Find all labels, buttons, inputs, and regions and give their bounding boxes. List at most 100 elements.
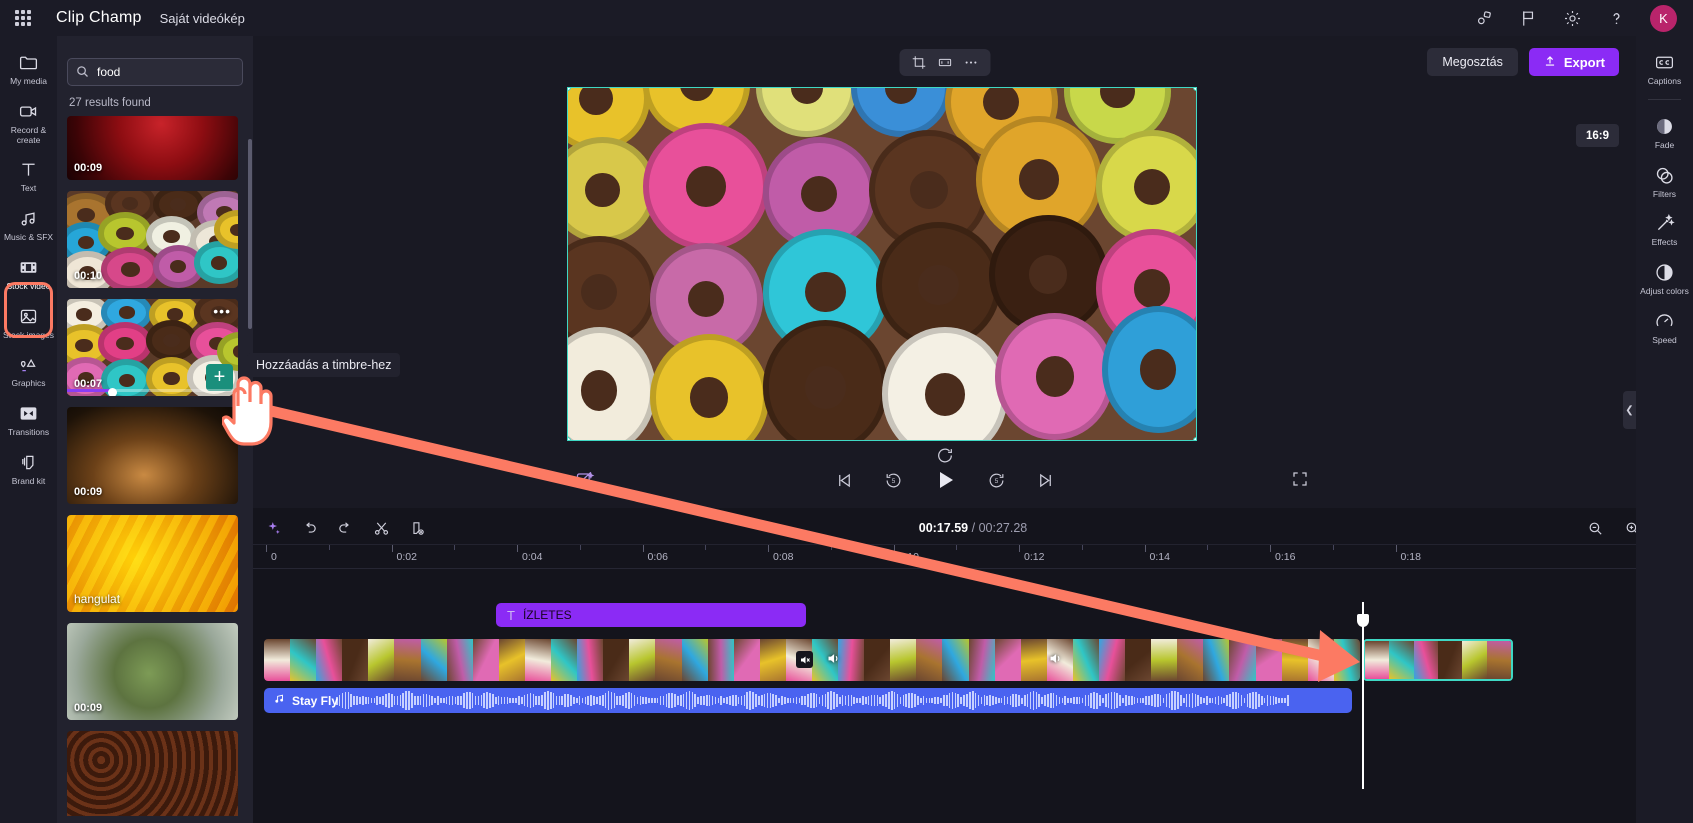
flag-icon[interactable] (1518, 8, 1538, 28)
waveform-bar (755, 693, 757, 708)
export-label: Export (1563, 54, 1605, 70)
waveform-bar (775, 695, 777, 706)
mute-icon[interactable] (796, 651, 813, 668)
waveform-bar (818, 696, 821, 705)
thumbnail-progress-knob[interactable] (108, 388, 117, 396)
list-item[interactable]: 00:09 (67, 407, 238, 504)
add-to-timeline-button[interactable]: + (206, 364, 233, 391)
waveform-bar (1182, 697, 1185, 704)
waveform-bar (795, 697, 798, 704)
undo-icon[interactable] (300, 519, 318, 537)
list-item[interactable]: 00:09 (67, 623, 238, 720)
waveform-bar (697, 696, 699, 705)
waveform-bar (706, 694, 708, 707)
timeline-video-clip-selected[interactable] (1363, 639, 1513, 681)
waveform-bar (648, 697, 650, 704)
speaker-icon[interactable] (1048, 651, 1065, 668)
waveform-bar (1130, 695, 1133, 706)
waveform-bar (1261, 695, 1263, 706)
sidebar-item-record-create[interactable]: Record & create (0, 93, 57, 152)
tool-fade[interactable]: Fade (1636, 108, 1693, 157)
waveform-bar (584, 697, 587, 704)
tool-adjust-colors[interactable]: Adjust colors (1636, 254, 1693, 303)
zoom-out-icon[interactable] (1586, 519, 1604, 537)
avatar[interactable]: K (1650, 4, 1677, 32)
grid-apps-icon[interactable] (12, 7, 34, 29)
sidebar-item-brand-kit[interactable]: Brand kit (0, 444, 57, 493)
redo-icon[interactable] (336, 519, 354, 537)
gear-icon[interactable] (1562, 8, 1582, 28)
list-item[interactable]: 00:09 (67, 116, 238, 180)
waveform-bar (526, 693, 529, 708)
play-icon[interactable] (932, 467, 958, 493)
rewind-5-icon[interactable]: 5 (883, 470, 904, 491)
split-icon[interactable] (408, 519, 426, 537)
playhead-knob[interactable] (1357, 614, 1369, 627)
waveform-bar (359, 696, 361, 705)
resize-handle-bl[interactable] (568, 437, 571, 440)
waveform-bar (1275, 697, 1278, 704)
waveform-bar (1203, 698, 1205, 703)
forward-5-icon[interactable]: 5 (986, 470, 1007, 491)
rotate-icon[interactable] (935, 446, 954, 465)
playhead[interactable] (1357, 602, 1369, 789)
search-input[interactable] (67, 58, 243, 86)
fullscreen-icon[interactable] (1291, 470, 1309, 488)
sidebar-item-music-sfx[interactable]: Music & SFX (0, 200, 57, 249)
list-item[interactable]: ••• 00:07 + (67, 299, 238, 396)
adjust-colors-icon (1654, 262, 1675, 283)
waveform-bar (1263, 698, 1266, 703)
resize-handle-tr[interactable] (1193, 88, 1196, 91)
waveform-bar (390, 694, 393, 707)
fit-icon[interactable] (936, 54, 953, 71)
skip-end-icon[interactable] (1035, 470, 1056, 491)
list-item[interactable]: hangulat (67, 515, 238, 612)
integrations-icon[interactable] (1474, 8, 1494, 28)
speaker-icon[interactable] (826, 651, 843, 668)
waveform-bar (402, 692, 405, 709)
collapse-panel-button[interactable]: ❮ (1623, 391, 1636, 429)
waveform-bar (471, 693, 474, 708)
thumbnail-progress[interactable] (67, 389, 238, 392)
tool-effects[interactable]: Effects (1636, 205, 1693, 254)
export-button[interactable]: Export (1528, 48, 1619, 76)
sidebar-item-my-media[interactable]: My media (0, 44, 57, 93)
sidebar-item-transitions[interactable]: Transitions (0, 395, 57, 444)
crop-icon[interactable] (910, 54, 927, 71)
more-dots-icon[interactable] (962, 54, 979, 71)
video-preview[interactable] (567, 87, 1197, 441)
skip-start-icon[interactable] (834, 470, 855, 491)
waveform-bar (1133, 696, 1136, 705)
tool-captions[interactable]: Captions (1636, 44, 1693, 93)
sidebar-item-stock-video[interactable]: Stock video (0, 249, 57, 298)
tool-filters[interactable]: Filters (1636, 157, 1693, 206)
tool-speed[interactable]: Speed (1636, 303, 1693, 352)
sidebar-item-graphics[interactable]: Graphics (0, 346, 57, 395)
waveform-bar (567, 694, 569, 707)
share-button[interactable]: Megosztás (1427, 48, 1518, 76)
timeline-text-clip[interactable]: T ÍZLETES (496, 603, 806, 627)
waveform-bar (445, 696, 448, 705)
waveform-bar (885, 694, 887, 707)
sidebar-item-text[interactable]: Text (0, 151, 57, 200)
waveform-bar (1159, 695, 1162, 706)
resize-handle-br[interactable] (1193, 437, 1196, 440)
tool-label: Speed (1652, 334, 1677, 345)
waveform-bar (1180, 694, 1182, 707)
waveform-bar (862, 696, 864, 705)
aspect-ratio-badge[interactable]: 16:9 (1575, 124, 1619, 147)
waveform-bar (694, 693, 697, 708)
help-icon[interactable] (1606, 8, 1626, 28)
more-dots-icon[interactable]: ••• (213, 303, 231, 319)
scissors-icon[interactable] (372, 519, 390, 537)
timeline-ruler[interactable]: 0 0:02 0:04 0:06 0:08 0:10 0:12 0:14 0:16 0:18 (253, 545, 1693, 569)
list-item[interactable]: 00:10 (67, 191, 238, 288)
sidebar-item-stock-images[interactable]: Stock images (0, 298, 57, 347)
ruler-tick-label: 0:10 (898, 551, 919, 563)
timeline-audio-clip[interactable]: Stay Fly (264, 688, 1352, 713)
waveform-bar (1021, 697, 1023, 704)
panel-scrollbar[interactable] (248, 139, 252, 329)
waveform-bar (758, 696, 760, 705)
magic-sparkle-icon[interactable] (264, 519, 282, 537)
list-item[interactable] (67, 731, 238, 816)
